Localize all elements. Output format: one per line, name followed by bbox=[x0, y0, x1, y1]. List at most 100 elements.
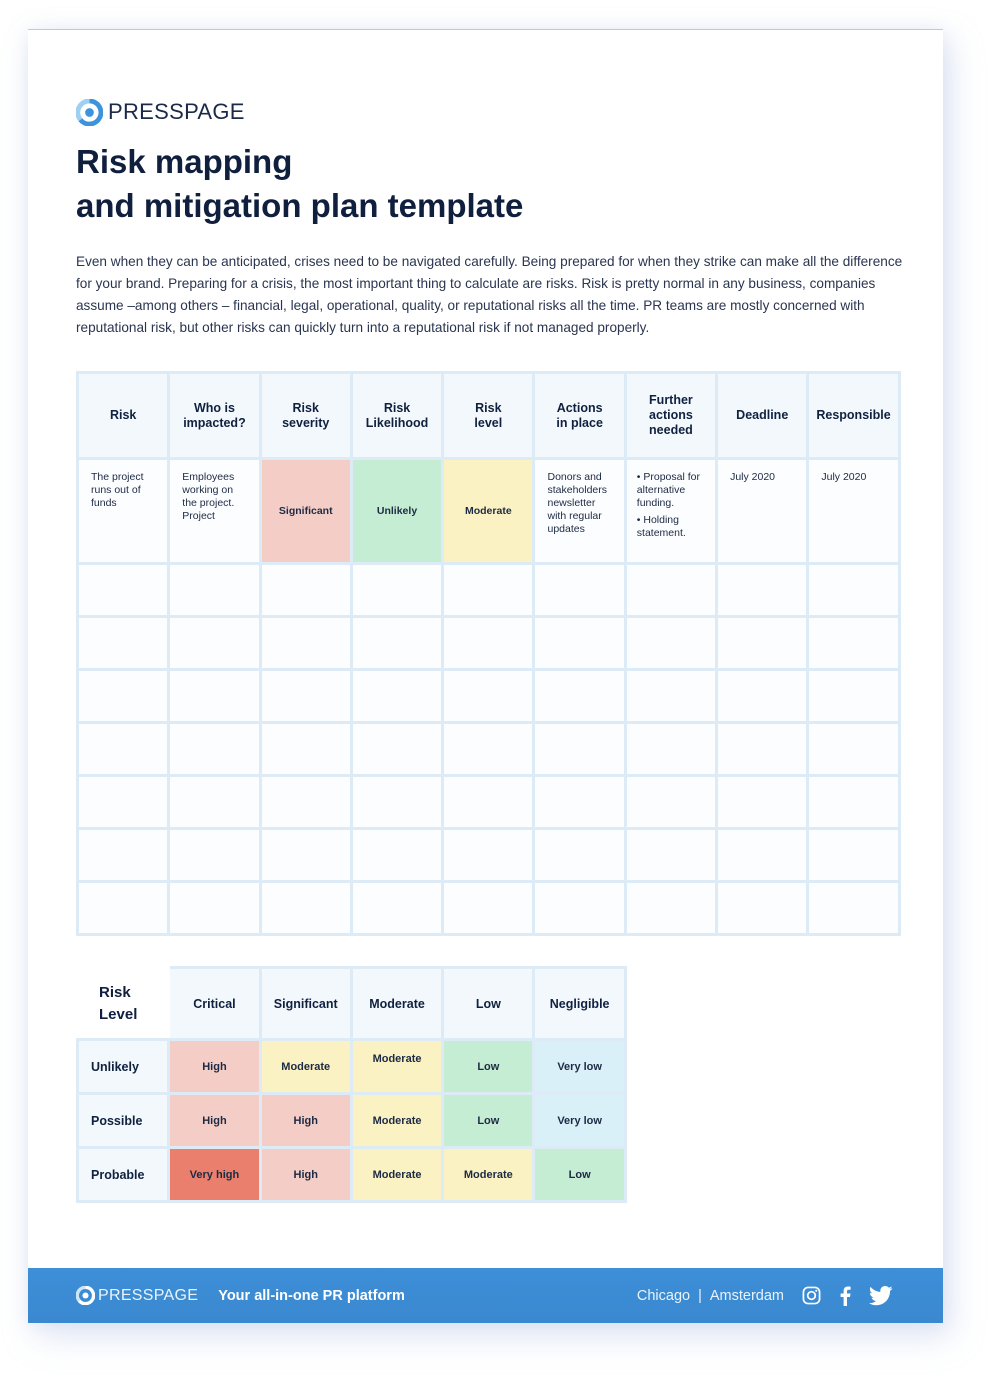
cell-who-impacted[interactable]: Employees working on the project. Projec… bbox=[167, 457, 262, 565]
table-cell-empty[interactable] bbox=[806, 562, 901, 618]
table-cell-empty[interactable] bbox=[441, 774, 536, 830]
table-cell-empty[interactable] bbox=[806, 668, 901, 724]
table-cell-empty[interactable] bbox=[75, 721, 171, 777]
table-cell-empty[interactable] bbox=[806, 774, 901, 830]
table-cell-empty[interactable] bbox=[258, 880, 353, 936]
table-cell-empty[interactable] bbox=[532, 615, 627, 671]
matrix-row-label: Unlikely bbox=[75, 1038, 171, 1095]
table-cell-empty[interactable] bbox=[258, 721, 353, 777]
table-cell-empty[interactable] bbox=[806, 615, 901, 671]
header-risk: Risk bbox=[75, 371, 171, 460]
header-responsible: Responsible bbox=[806, 371, 901, 460]
table-cell-empty[interactable] bbox=[258, 562, 353, 618]
matrix-row-label: Possible bbox=[75, 1092, 171, 1149]
table-cell-empty[interactable] bbox=[806, 721, 901, 777]
corner-line-1: Risk bbox=[99, 983, 131, 1001]
table-cell-empty[interactable] bbox=[258, 615, 353, 671]
matrix-cell: Low bbox=[441, 1038, 536, 1095]
twitter-icon[interactable] bbox=[869, 1285, 893, 1306]
table-cell-empty[interactable] bbox=[167, 721, 262, 777]
footer-tagline: Your all-in-one PR platform bbox=[218, 1287, 405, 1304]
table-cell-empty[interactable] bbox=[623, 562, 719, 618]
cell-actions-in-place[interactable]: Donors and stakeholders newsletter with … bbox=[532, 457, 627, 565]
table-cell-empty[interactable] bbox=[258, 827, 353, 883]
table-cell-empty[interactable] bbox=[167, 562, 262, 618]
table-cell-empty[interactable] bbox=[806, 880, 901, 936]
cell-deadline[interactable]: July 2020 bbox=[715, 457, 810, 565]
facebook-icon[interactable] bbox=[839, 1286, 851, 1306]
table-cell-empty[interactable] bbox=[349, 880, 445, 936]
table-cell-empty[interactable] bbox=[167, 668, 262, 724]
table-cell-empty[interactable] bbox=[75, 562, 171, 618]
matrix-header-row: Risk Level Critical Significant Moderate… bbox=[75, 966, 627, 1041]
table-cell-empty[interactable] bbox=[167, 880, 262, 936]
table-cell-empty[interactable] bbox=[623, 880, 719, 936]
further-action-item: • Proposal for alternative funding. bbox=[636, 471, 700, 509]
table-cell-empty[interactable] bbox=[623, 668, 719, 724]
matrix-corner-label: Risk Level bbox=[75, 966, 171, 1041]
corner-line-2: Level bbox=[99, 1005, 138, 1023]
table-cell-empty[interactable] bbox=[715, 774, 810, 830]
table-cell-empty[interactable] bbox=[532, 721, 627, 777]
intro-paragraph: Even when they can be anticipated, crise… bbox=[76, 254, 903, 335]
footer-brand: PRESSPAGE bbox=[76, 1286, 198, 1305]
matrix-col-significant: Significant bbox=[258, 966, 353, 1041]
brand-header: PRESSPAGE bbox=[76, 97, 245, 127]
cell-responsible[interactable]: July 2020 bbox=[806, 457, 901, 565]
table-cell-empty[interactable] bbox=[349, 615, 445, 671]
table-cell-empty[interactable] bbox=[715, 721, 810, 777]
table-cell-empty[interactable] bbox=[806, 827, 901, 883]
cell-risk[interactable]: The project runs out of funds bbox=[75, 457, 171, 565]
table-cell-empty[interactable] bbox=[349, 668, 445, 724]
table-cell-empty[interactable] bbox=[75, 668, 171, 724]
table-cell-empty[interactable] bbox=[258, 774, 353, 830]
table-cell-empty[interactable] bbox=[623, 721, 719, 777]
table-cell-empty[interactable] bbox=[258, 668, 353, 724]
table-cell-empty[interactable] bbox=[441, 615, 536, 671]
table-cell-empty[interactable] bbox=[532, 562, 627, 618]
table-cell-empty[interactable] bbox=[75, 615, 171, 671]
table-cell-empty[interactable] bbox=[532, 774, 627, 830]
table-cell-empty[interactable] bbox=[349, 562, 445, 618]
page-title: Risk mapping and mitigation plan templat… bbox=[76, 140, 523, 228]
matrix-cell: Low bbox=[441, 1092, 536, 1149]
table-cell-empty[interactable] bbox=[75, 827, 171, 883]
table-cell-empty[interactable] bbox=[441, 721, 536, 777]
instagram-icon[interactable] bbox=[802, 1286, 821, 1305]
header-risk-severity: Risk severity bbox=[258, 371, 353, 460]
table-cell-empty[interactable] bbox=[441, 880, 536, 936]
table-cell-empty[interactable] bbox=[532, 827, 627, 883]
table-cell-empty[interactable] bbox=[715, 615, 810, 671]
cell-further-actions[interactable]: • Proposal for alternative funding. • Ho… bbox=[623, 457, 719, 565]
table-cell-empty[interactable] bbox=[623, 774, 719, 830]
cell-level[interactable]: Moderate bbox=[441, 457, 536, 565]
table-cell-empty[interactable] bbox=[75, 880, 171, 936]
table-cell-empty[interactable] bbox=[167, 774, 262, 830]
table-cell-empty[interactable] bbox=[715, 827, 810, 883]
table-cell-empty[interactable] bbox=[532, 880, 627, 936]
matrix-cell: Moderate bbox=[258, 1038, 353, 1095]
table-cell-empty[interactable] bbox=[349, 774, 445, 830]
table-cell-empty[interactable] bbox=[532, 668, 627, 724]
table-cell-empty[interactable] bbox=[441, 562, 536, 618]
matrix-col-negligible: Negligible bbox=[532, 966, 627, 1041]
table-cell-empty[interactable] bbox=[349, 721, 445, 777]
table-cell-empty[interactable] bbox=[441, 827, 536, 883]
table-cell-empty[interactable] bbox=[75, 774, 171, 830]
cell-likelihood[interactable]: Unlikely bbox=[349, 457, 445, 565]
table-cell-empty[interactable] bbox=[167, 827, 262, 883]
presspage-logo-icon bbox=[76, 1286, 95, 1305]
footer-separator: | bbox=[698, 1287, 702, 1304]
matrix-cell: Moderate bbox=[349, 1038, 445, 1095]
cell-severity[interactable]: Significant bbox=[258, 457, 353, 565]
table-cell-empty[interactable] bbox=[715, 880, 810, 936]
table-cell-empty[interactable] bbox=[167, 615, 262, 671]
table-cell-empty[interactable] bbox=[715, 562, 810, 618]
header-who-impacted: Who is impacted? bbox=[167, 371, 262, 460]
table-cell-empty[interactable] bbox=[715, 668, 810, 724]
risk-level-matrix: Risk Level Critical Significant Moderate… bbox=[75, 966, 627, 1203]
table-cell-empty[interactable] bbox=[623, 615, 719, 671]
table-cell-empty[interactable] bbox=[349, 827, 445, 883]
table-cell-empty[interactable] bbox=[623, 827, 719, 883]
table-cell-empty[interactable] bbox=[441, 668, 536, 724]
